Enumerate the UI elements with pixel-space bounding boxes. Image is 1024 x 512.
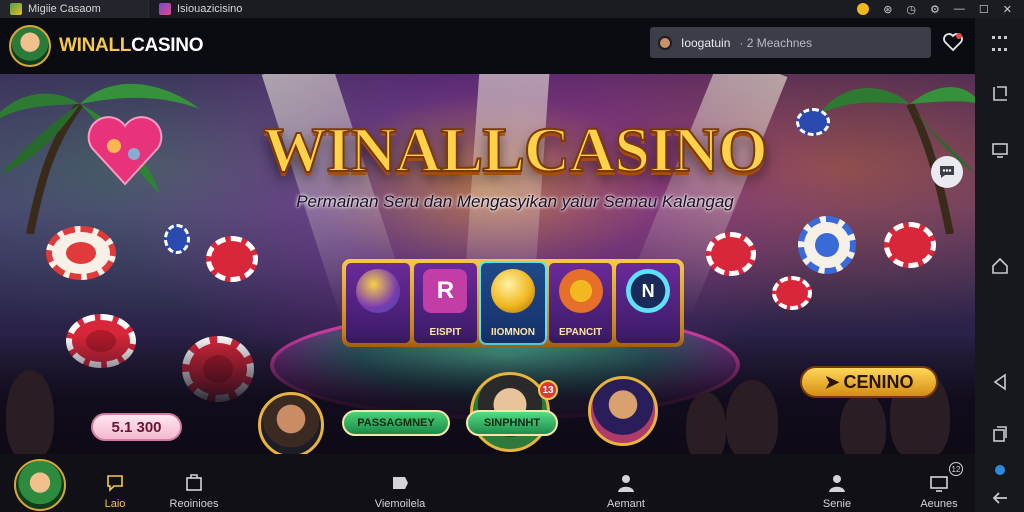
bottom-navigation: Laio Reoinioes Viemoilela Aemant Senie A… <box>0 454 975 512</box>
brand-logo[interactable]: WINALLCASINO <box>59 35 203 57</box>
notification-badge: 12 <box>949 462 963 476</box>
clock-icon[interactable]: ◷ <box>906 3 916 16</box>
player-avatar[interactable] <box>258 392 324 454</box>
window-tab-label: Isiouazicisino <box>177 3 243 15</box>
app-header: WINALLCASINO Ioogatuin · 2 Meachnes <box>0 18 975 74</box>
logo-avatar[interactable] <box>9 25 51 67</box>
money-badge[interactable]: 5.1 300 <box>91 413 182 441</box>
app-icon <box>159 3 171 15</box>
slot-reel[interactable]: EPANCIT <box>548 263 613 343</box>
monitor-icon[interactable] <box>988 138 1012 162</box>
letter-n-icon: N <box>626 269 671 313</box>
casino-button[interactable]: ➤ CENINO <box>800 366 938 398</box>
window-tab-label: Migiie Casaom <box>28 3 101 15</box>
tag-icon <box>393 477 408 489</box>
copy-icon[interactable] <box>988 422 1012 446</box>
avatar-badge: 13 <box>538 380 558 400</box>
crowd-person <box>726 380 778 454</box>
app-icon <box>10 3 22 15</box>
poker-chip <box>772 276 812 310</box>
app-window: Migiie Casaom Isiouazicisino ⊛ ◷ ⚙ — ☐ ✕… <box>0 0 1024 512</box>
heart-gift-icon[interactable] <box>942 31 964 53</box>
crop-icon[interactable] <box>988 82 1012 106</box>
maximize-icon[interactable]: ☐ <box>979 3 989 16</box>
account-name: Ioogatuin <box>681 35 731 50</box>
window-titlebar: Migiie Casaom Isiouazicisino ⊛ ◷ ⚙ — ☐ ✕ <box>0 0 1024 18</box>
poker-chip <box>164 224 190 254</box>
hero-banner[interactable]: WINALLCASINO Permainan Seru dan Mengasyi… <box>0 74 975 454</box>
sinph-button[interactable]: SINPHNHT <box>466 410 558 436</box>
nav-label: Aemant <box>607 498 645 510</box>
monitor-icon <box>930 476 948 492</box>
window-tab-1[interactable]: Migiie Casaom <box>0 0 148 18</box>
poker-chip <box>798 216 856 274</box>
window-tab-2[interactable]: Isiouazicisino <box>148 0 288 18</box>
slot-reel[interactable]: R EISPIT <box>413 263 478 343</box>
nav-label: Senie <box>822 498 852 510</box>
profile-avatar[interactable] <box>14 459 66 511</box>
poker-chip <box>884 222 936 268</box>
person-icon <box>829 475 845 492</box>
window-controls: ⊛ ◷ ⚙ — ☐ ✕ <box>857 3 1024 16</box>
banner-title-block: WINALLCASINO Permainan Seru dan Mengasyi… <box>250 114 780 238</box>
location-icon[interactable] <box>988 458 1012 482</box>
crowd-person <box>840 392 886 454</box>
coin-icon[interactable] <box>857 3 870 15</box>
arrow-left-icon[interactable] <box>988 486 1012 510</box>
account-extra: · 2 Meachnes <box>739 35 813 50</box>
nav-label: Laio <box>104 498 126 510</box>
nav-item-senie[interactable]: Senie <box>814 454 860 512</box>
casino-button-label: CENINO <box>843 371 914 392</box>
emulator-sidebar <box>975 18 1024 512</box>
close-icon[interactable]: ✕ <box>1003 3 1012 16</box>
heart-decoration <box>87 116 163 186</box>
slot-reel[interactable]: N <box>616 263 680 343</box>
chat-icon <box>107 475 123 492</box>
pass-button[interactable]: PASSAGMNEY <box>342 410 450 436</box>
crowd-person <box>6 370 54 454</box>
bookmarks-icon <box>186 474 202 491</box>
person-icon <box>618 475 634 492</box>
nav-item-aemant[interactable]: Aemant <box>600 454 652 512</box>
palm-tree-right <box>820 87 975 234</box>
nav-item-reoinioes[interactable]: Reoinioes <box>162 454 226 512</box>
settings-icon[interactable]: ⚙ <box>930 3 940 16</box>
account-box[interactable]: Ioogatuin · 2 Meachnes <box>650 27 931 58</box>
slot-reel[interactable]: IIOMNON <box>479 261 547 345</box>
poker-chip <box>796 108 830 136</box>
ring-coin-icon <box>558 269 603 313</box>
nav-label: Viemoilela <box>374 498 426 510</box>
gem-ball-icon <box>355 269 400 313</box>
letter-r-icon: R <box>423 269 468 313</box>
player-avatar[interactable] <box>588 376 658 446</box>
chat-bubble-icon[interactable] <box>931 156 963 188</box>
poker-chip <box>206 236 258 282</box>
gamepad-icon[interactable]: ⊛ <box>883 3 892 16</box>
banner-title: WINALLCASINO <box>262 114 769 185</box>
brand-suffix: CASINO <box>131 35 204 56</box>
gold-coin-icon <box>490 269 535 313</box>
brand-prefix: WINALL <box>59 35 132 56</box>
nav-label: Aeunes <box>920 498 958 510</box>
poker-chip <box>706 232 756 276</box>
minimize-icon[interactable]: — <box>954 3 965 15</box>
user-avatar-icon <box>658 35 672 50</box>
poker-chip <box>46 226 116 280</box>
arrow-icon: ➤ <box>824 371 840 392</box>
nav-label: Reoinioes <box>169 498 219 510</box>
crowd-person <box>686 392 726 454</box>
nav-item-laio[interactable]: Laio <box>94 454 136 512</box>
banner-subtitle: Permainan Seru dan Mengasyikan yaiur Sem… <box>296 192 734 211</box>
nav-item-viemoilela[interactable]: Viemoilela <box>364 454 436 512</box>
slot-reel[interactable] <box>346 263 410 343</box>
back-triangle-icon[interactable] <box>988 370 1012 394</box>
grid-icon[interactable] <box>988 32 1012 56</box>
home-icon[interactable] <box>988 254 1012 278</box>
